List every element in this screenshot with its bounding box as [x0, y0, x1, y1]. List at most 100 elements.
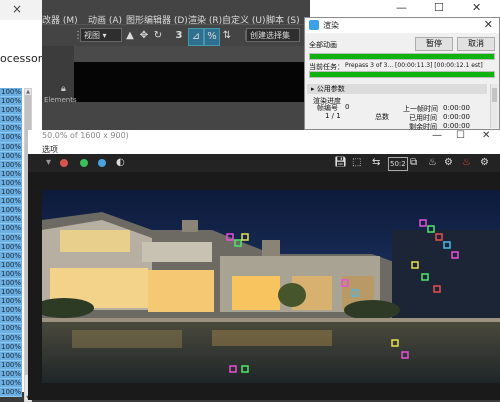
viewport-header	[74, 46, 306, 62]
processor-row[interactable]: 100%	[0, 169, 22, 179]
cancel-button[interactable]: 取消	[457, 37, 495, 51]
processor-row[interactable]: 100%	[0, 251, 22, 261]
select-tool-icon[interactable]: ▲	[124, 28, 136, 44]
render-dialog: 渲染 ✕ 全部动画 暂停 取消 当前任务： Prepass 3 of 3... …	[304, 17, 500, 131]
processor-row[interactable]: 100%	[0, 379, 22, 389]
processor-row[interactable]: 100%	[0, 133, 22, 143]
viewport[interactable]	[74, 62, 306, 102]
rendered-image	[42, 190, 500, 383]
framebuffer-title: 50.0% of 1600 x 900)	[42, 131, 129, 140]
processor-row[interactable]: 100%	[0, 342, 22, 352]
view-dropdown[interactable]: 视图 ▾	[80, 28, 122, 42]
frame-value: 0	[345, 103, 350, 111]
clone-icon[interactable]: ⧉	[410, 157, 417, 169]
render-active-icon[interactable]: ♨	[462, 157, 471, 169]
render-dialog-title: 渲染	[323, 21, 339, 30]
channel-dropdown-icon[interactable]: ▾	[46, 157, 51, 169]
maximize-icon[interactable]: ☐	[434, 1, 444, 14]
framebuffer-left-margin	[28, 190, 42, 400]
all-animation-label: 全部动画	[309, 41, 337, 49]
percent-snap-icon[interactable]: %	[204, 28, 220, 46]
lock-icon[interactable]: 🔒︎	[61, 84, 66, 94]
scroll-thumb[interactable]	[492, 88, 497, 102]
elapsed-value: 0:00:00	[443, 113, 470, 121]
snap-3-icon[interactable]: 3	[172, 28, 186, 44]
viewport-footer	[42, 102, 306, 132]
processor-row[interactable]: 100%	[0, 97, 22, 107]
processor-row[interactable]: 100%	[0, 351, 22, 361]
render-icon[interactable]: ⚙	[444, 157, 453, 169]
processor-row[interactable]: 100%	[0, 324, 22, 334]
processor-titlebar: ×	[0, 0, 42, 21]
maximize-icon[interactable]: ☐	[456, 130, 465, 141]
overall-progress-bar	[309, 53, 495, 60]
processor-title: ocessor	[0, 52, 43, 65]
close-icon[interactable]: ✕	[484, 18, 493, 31]
processor-row[interactable]: 100%	[0, 242, 22, 252]
processor-row[interactable]: 100%	[0, 297, 22, 307]
processor-row[interactable]: 100%	[0, 269, 22, 279]
processor-row[interactable]: 100%	[0, 151, 22, 161]
main-menubar: 改器 (M) 动画 (A) 图形编辑器 (D) 渲染 (R) 自定义 (U) 脚…	[42, 0, 312, 26]
teapot-icon[interactable]: ♨	[428, 157, 437, 169]
processor-row[interactable]: 100%	[0, 388, 22, 398]
processor-row[interactable]: 100%	[0, 288, 22, 298]
framebuffer-top-margin	[28, 172, 500, 190]
processor-row[interactable]: 100%	[0, 260, 22, 270]
processor-row[interactable]: 100%	[0, 306, 22, 316]
processor-row[interactable]: 100%	[0, 178, 22, 189]
processor-row[interactable]: 100%	[0, 333, 22, 343]
render-dialog-titlebar: 渲染 ✕	[305, 18, 499, 33]
mono-icon[interactable]: ◐	[116, 157, 125, 169]
angle-snap-icon[interactable]: ⊿	[188, 28, 204, 46]
processor-row[interactable]: 100%	[0, 360, 22, 370]
rotate-icon[interactable]: ↻	[152, 28, 164, 44]
green-channel-icon[interactable]	[80, 159, 88, 167]
close-window-icon[interactable]: ✕	[482, 130, 490, 141]
current-task-value: Prepass 3 of 3... [00:00:11.3] [00:00:12…	[345, 62, 483, 69]
framebuffer-menubar: 选项	[28, 144, 500, 154]
processor-row[interactable]: 100%	[0, 142, 22, 152]
remaining-value: 0:00:00	[443, 122, 470, 130]
processor-row[interactable]: 100%	[0, 224, 22, 234]
task-progress-fill	[310, 72, 494, 77]
processor-row[interactable]: 100%	[0, 215, 22, 225]
render-app-icon	[309, 20, 319, 30]
processor-row[interactable]: 100%	[0, 188, 22, 198]
close-icon[interactable]: ×	[12, 2, 22, 16]
framebuffer-toolbar: ▾ ◐ 💾︎ ⬚ ⇆ 50:2 ⧉ ♨ ⚙ ♨ ⚙	[28, 154, 500, 172]
region-icon[interactable]: ⬚	[352, 157, 361, 169]
selection-set-dropdown[interactable]: 创建选择集	[246, 28, 300, 42]
processor-row[interactable]: 100%	[0, 315, 22, 325]
processor-row[interactable]: 100%	[0, 115, 22, 125]
processor-row[interactable]: 100%	[0, 124, 22, 134]
pause-button[interactable]: 暂停	[415, 37, 453, 51]
processor-row[interactable]: 100%	[0, 206, 22, 216]
framebuffer-bottom-margin	[42, 383, 500, 400]
overall-progress-fill	[310, 54, 494, 59]
spinner-snap-icon[interactable]: ⇅	[220, 28, 234, 44]
blue-channel-icon[interactable]	[98, 159, 106, 167]
move-icon[interactable]: ✥	[138, 28, 150, 44]
minimize-icon[interactable]: —	[396, 1, 407, 14]
processor-row[interactable]: 100%	[0, 88, 22, 98]
processor-row[interactable]: 100%	[0, 106, 22, 116]
framebuffer-titlebar: 50.0% of 1600 x 900) — ☐ ✕	[28, 130, 500, 145]
minimize-icon[interactable]: —	[432, 130, 442, 141]
processor-list: 100% 100% 100% 100% 100% 100% 100% 100% 100% 100%…	[0, 88, 22, 398]
common-params-header[interactable]: ▸ 公用参数	[307, 84, 487, 94]
render-dialog-scrollbar[interactable]	[490, 84, 498, 128]
zoom-ratio-icon[interactable]: 50:2	[388, 157, 408, 171]
settings-icon[interactable]: ⚙	[480, 157, 489, 169]
processor-row[interactable]: 100%	[0, 233, 22, 243]
processor-row[interactable]: 100%	[0, 160, 22, 170]
processor-row[interactable]: 100%	[0, 278, 22, 289]
save-image-icon[interactable]: 💾︎	[334, 157, 347, 169]
main-toolbar: ⋮ 视图 ▾ ▲ ✥ ↻ 3 ⊿ % ⇅ | {✓ 创建选择集	[42, 24, 312, 47]
compare-icon[interactable]: ⇆	[372, 157, 380, 169]
task-progress-bar	[309, 71, 495, 78]
processor-row[interactable]: 100%	[0, 369, 22, 379]
close-window-icon[interactable]: ✕	[472, 1, 481, 14]
processor-row[interactable]: 100%	[0, 197, 22, 207]
red-channel-icon[interactable]	[60, 159, 68, 167]
